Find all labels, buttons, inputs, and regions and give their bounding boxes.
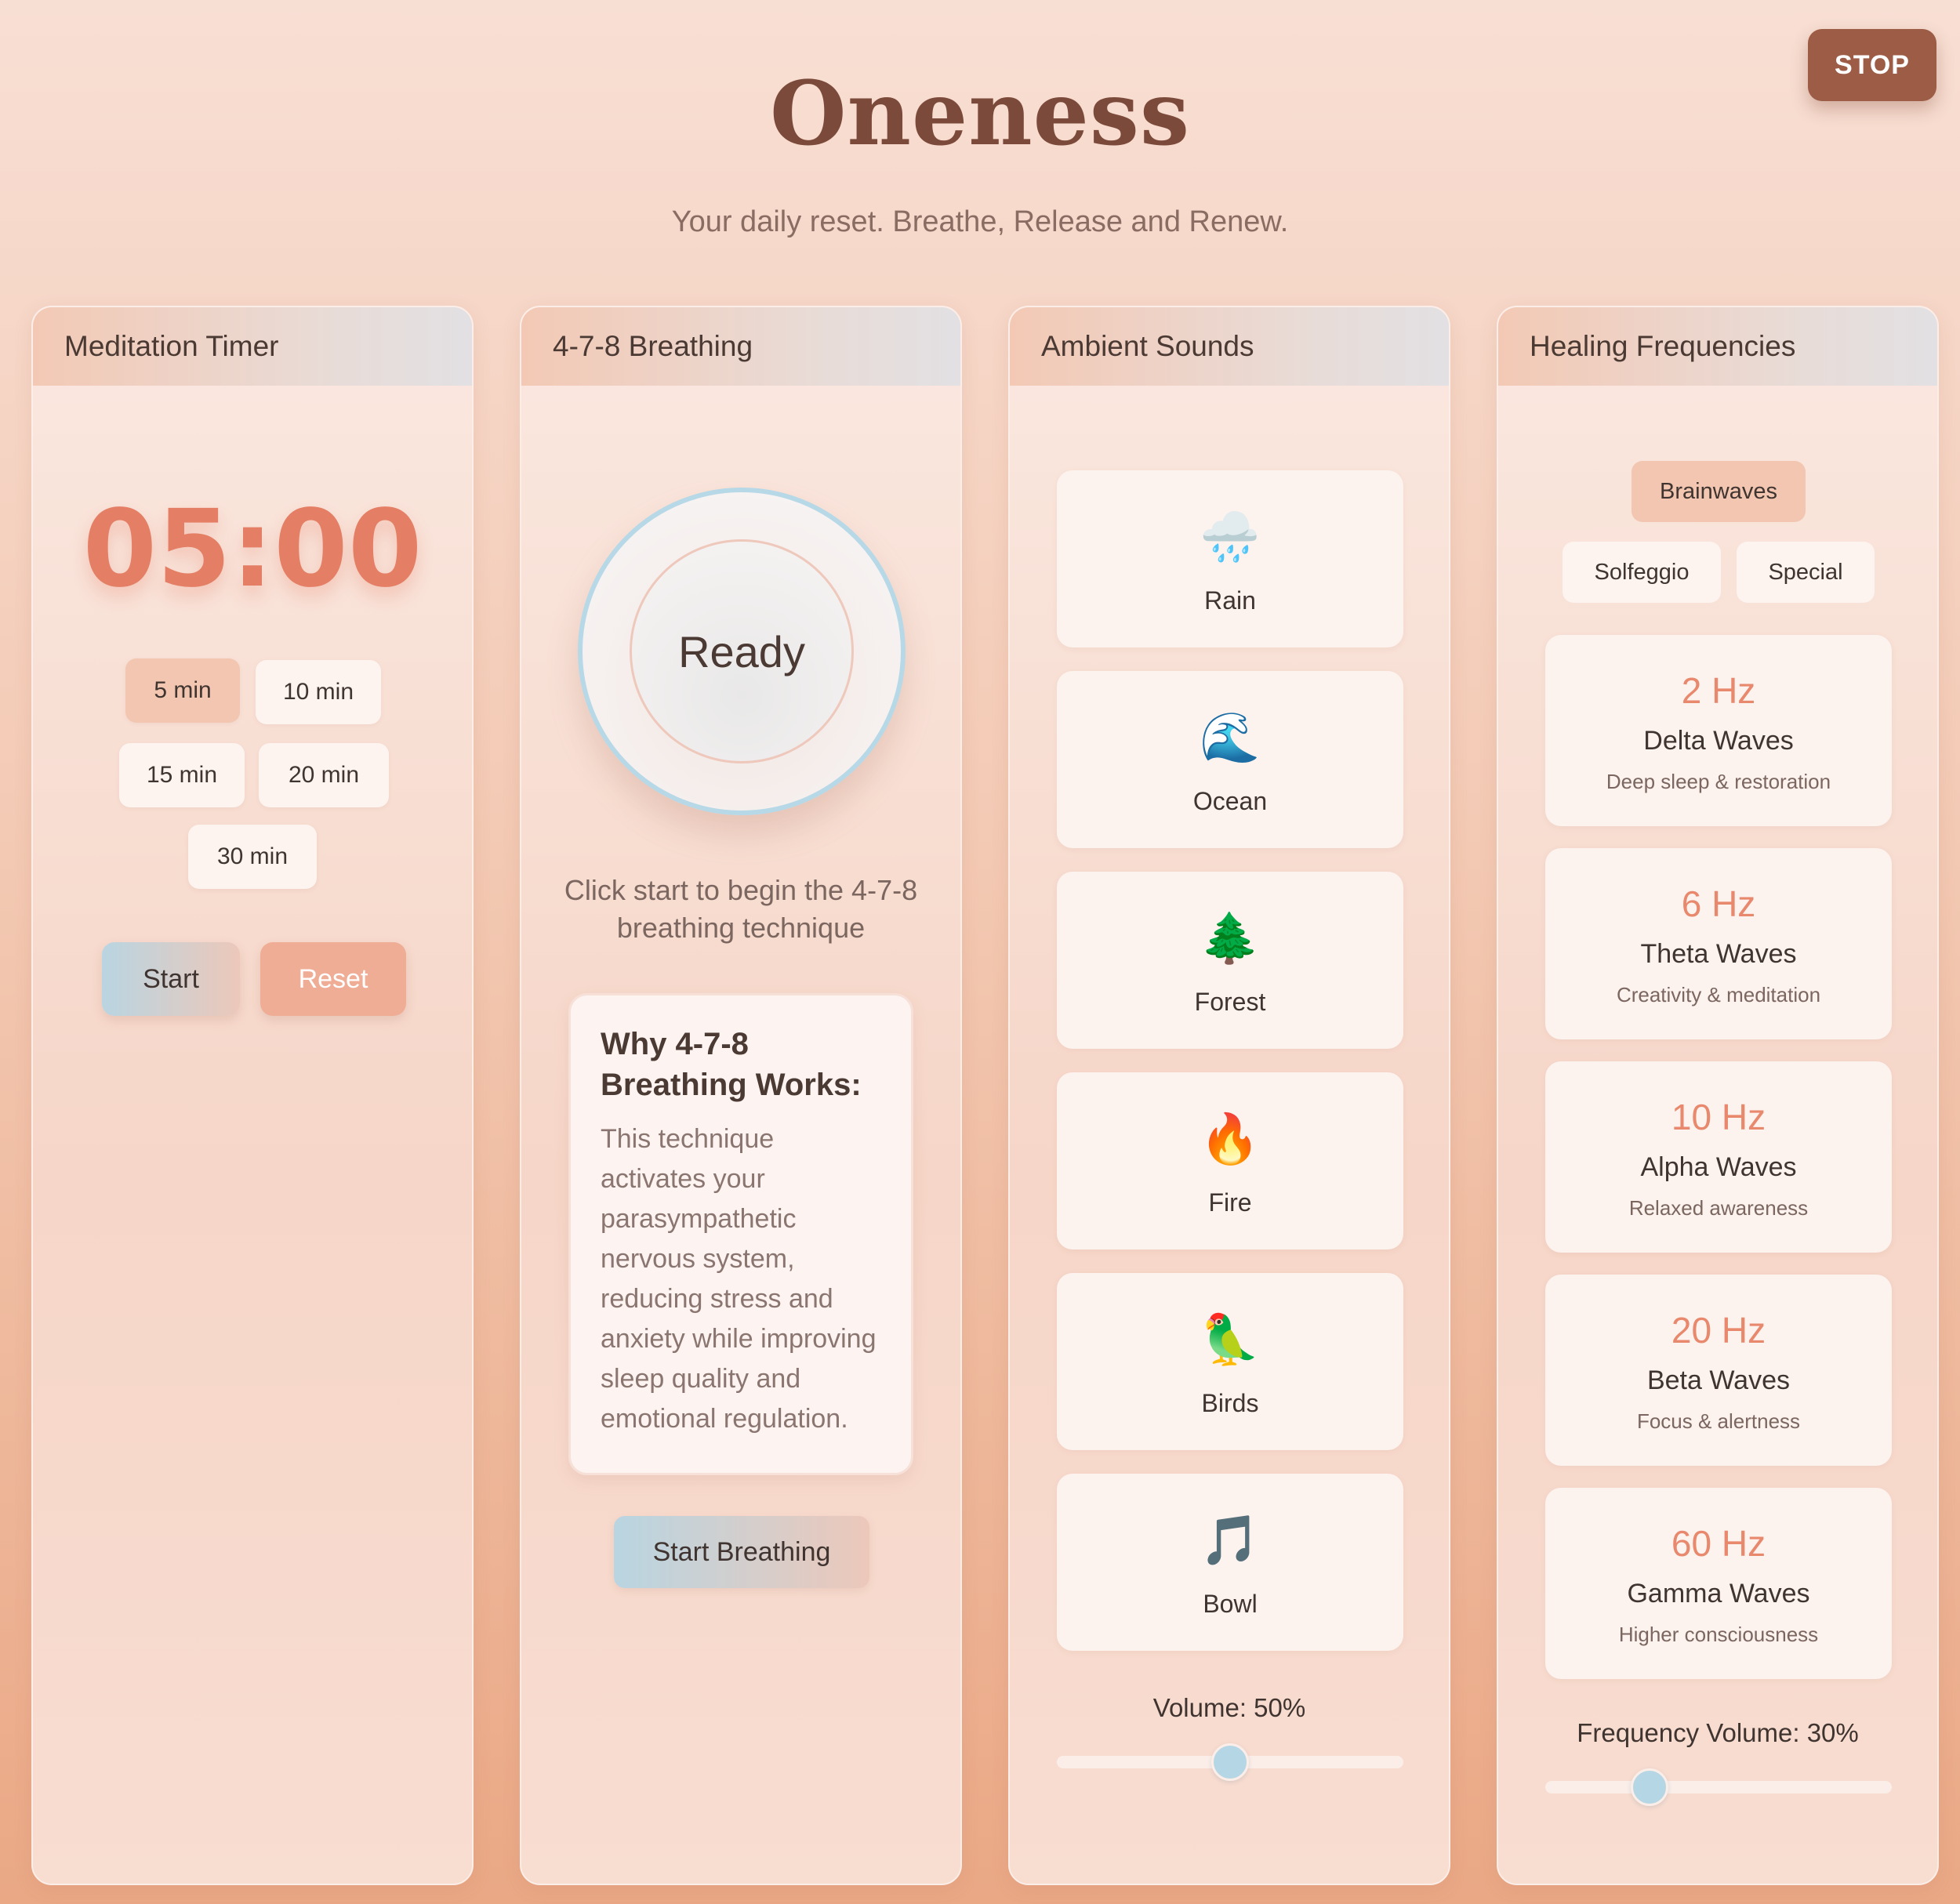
- frequency-name: Delta Waves: [1643, 726, 1794, 756]
- start-breathing-button[interactable]: Start Breathing: [614, 1516, 869, 1588]
- frequency-name: Theta Waves: [1640, 939, 1797, 969]
- info-title: Why 4-7-8 Breathing Works:: [601, 1027, 862, 1102]
- tree-icon: 🌲: [1200, 909, 1261, 967]
- sound-label: Fire: [1208, 1188, 1252, 1217]
- frequency-name: Gamma Waves: [1627, 1579, 1810, 1608]
- tab-solfeggio[interactable]: Solfeggio: [1563, 542, 1721, 603]
- frequency-card-alpha[interactable]: 10 Hz Alpha Waves Relaxed awareness: [1545, 1061, 1892, 1253]
- timer-display: 05:00: [82, 488, 423, 611]
- panel-title: Ambient Sounds: [1041, 330, 1254, 362]
- sound-card-fire[interactable]: 🔥 Fire: [1057, 1072, 1403, 1249]
- healing-frequencies-panel: Healing Frequencies Brainwaves Solfeggio…: [1497, 306, 1939, 1885]
- app-subtitle: Your daily reset. Breathe, Release and R…: [671, 205, 1289, 238]
- frequency-card-beta[interactable]: 20 Hz Beta Waves Focus & alertness: [1545, 1275, 1892, 1466]
- tab-special[interactable]: Special: [1737, 542, 1875, 603]
- panel-title: 4-7-8 Breathing: [553, 330, 753, 362]
- frequency-volume-label: Frequency Volume: 30%: [1577, 1718, 1859, 1747]
- music-note-icon: 🎵: [1200, 1511, 1261, 1569]
- parrot-icon: 🦜: [1200, 1311, 1261, 1368]
- frequency-volume-slider-thumb[interactable]: [1630, 1768, 1668, 1806]
- frequency-card-delta[interactable]: 2 Hz Delta Waves Deep sleep & restoratio…: [1545, 635, 1892, 826]
- wave-icon: 🌊: [1200, 709, 1261, 766]
- frequency-hz: 2 Hz: [1681, 670, 1756, 711]
- frequency-name: Beta Waves: [1646, 1365, 1791, 1395]
- frequency-description: Creativity & meditation: [1616, 983, 1821, 1006]
- breathing-panel: 4-7-8 Breathing Ready Click start to beg…: [520, 306, 962, 1885]
- sound-label: Birds: [1201, 1389, 1259, 1417]
- frequency-hz: 20 Hz: [1671, 1310, 1766, 1351]
- panel-title: Meditation Timer: [64, 330, 279, 362]
- sound-card-forest[interactable]: 🌲 Forest: [1057, 872, 1403, 1049]
- panel-header: Healing Frequencies: [1498, 307, 1937, 386]
- duration-chip-15[interactable]: 15 min: [119, 743, 245, 807]
- panel-header: 4-7-8 Breathing: [521, 307, 960, 386]
- frequency-card-gamma[interactable]: 60 Hz Gamma Waves Higher consciousness: [1545, 1488, 1892, 1679]
- sound-label: Rain: [1204, 586, 1256, 615]
- volume-slider[interactable]: [1057, 1743, 1403, 1781]
- volume-label: Volume: 50%: [1152, 1693, 1306, 1722]
- fire-icon: 🔥: [1200, 1110, 1261, 1167]
- sound-label: Forest: [1194, 988, 1266, 1016]
- breathing-instruction: Click start to begin the 4-7-8 breathing…: [564, 874, 918, 944]
- meditation-timer-panel: Meditation Timer 05:00 5 min 10 min 15 m…: [31, 306, 474, 1885]
- info-body: This technique activates your parasympat…: [601, 1124, 877, 1434]
- timer-reset-button[interactable]: Reset: [260, 942, 406, 1016]
- duration-chip-30[interactable]: 30 min: [188, 825, 317, 889]
- sound-card-bowl[interactable]: 🎵 Bowl: [1057, 1474, 1403, 1651]
- frequency-description: Deep sleep & restoration: [1606, 770, 1831, 793]
- panel-header: Meditation Timer: [33, 307, 472, 386]
- panel-header: Ambient Sounds: [1010, 307, 1449, 386]
- frequency-description: Relaxed awareness: [1628, 1196, 1809, 1220]
- frequency-name: Alpha Waves: [1640, 1152, 1797, 1182]
- frequency-hz: 60 Hz: [1671, 1523, 1766, 1564]
- timer-start-button[interactable]: Start: [102, 942, 240, 1016]
- breathing-circle: Ready: [578, 488, 906, 815]
- breathing-info-card: Why 4-7-8 Breathing Works: This techniqu…: [568, 993, 913, 1475]
- frequency-description: Higher consciousness: [1618, 1623, 1819, 1646]
- rain-cloud-icon: 🌧️: [1200, 508, 1261, 565]
- breathing-state: Ready: [630, 539, 854, 763]
- volume-slider-thumb[interactable]: [1211, 1743, 1249, 1781]
- panel-title: Healing Frequencies: [1530, 330, 1796, 362]
- duration-chip-5[interactable]: 5 min: [125, 658, 240, 723]
- duration-chip-20[interactable]: 20 min: [259, 743, 389, 807]
- app-title: Oneness: [769, 63, 1191, 165]
- tab-brainwaves[interactable]: Brainwaves: [1632, 461, 1806, 522]
- duration-chip-10[interactable]: 10 min: [256, 660, 381, 724]
- sound-label: Ocean: [1192, 787, 1268, 815]
- sound-label: Bowl: [1203, 1590, 1258, 1618]
- sound-card-birds[interactable]: 🦜 Birds: [1057, 1273, 1403, 1450]
- frequency-description: Focus & alertness: [1636, 1409, 1801, 1433]
- sound-card-rain[interactable]: 🌧️ Rain: [1057, 470, 1403, 647]
- frequency-volume-slider[interactable]: [1545, 1768, 1892, 1806]
- sound-card-ocean[interactable]: 🌊 Ocean: [1057, 671, 1403, 848]
- ambient-sounds-panel: Ambient Sounds 🌧️ Rain 🌊 Ocean 🌲 Forest …: [1008, 306, 1450, 1885]
- frequency-hz: 6 Hz: [1681, 883, 1756, 924]
- frequency-card-theta[interactable]: 6 Hz Theta Waves Creativity & meditation: [1545, 848, 1892, 1039]
- frequency-hz: 10 Hz: [1671, 1097, 1766, 1137]
